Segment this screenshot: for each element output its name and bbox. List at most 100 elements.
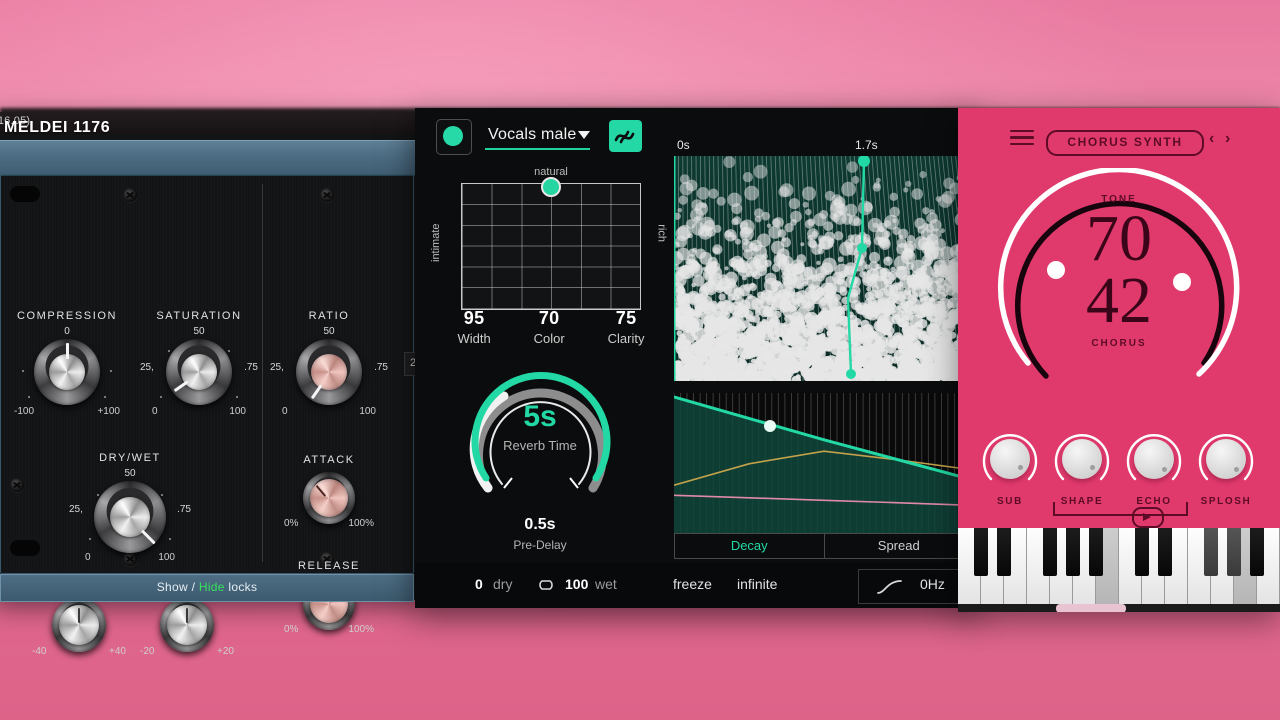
lock-icon-3[interactable]: [10, 478, 24, 492]
piano-black-key[interactable]: [1089, 528, 1103, 576]
compressor-footer[interactable]: Show / Hide locks: [0, 574, 414, 602]
freeze-button[interactable]: freeze: [673, 576, 712, 592]
play-button[interactable]: [1132, 507, 1164, 528]
timeline-end-label: 1.7s: [855, 138, 878, 152]
panel-blob-bl: [10, 540, 40, 556]
value-color[interactable]: 70 Color: [534, 308, 565, 346]
waveform-toggle-button[interactable]: [609, 120, 642, 152]
value-clarity-caption: Clarity: [607, 331, 645, 346]
piano-keyboard[interactable]: [958, 528, 1280, 612]
play-icon: [1143, 513, 1151, 521]
value-clarity-number: 75: [615, 308, 637, 328]
piano-black-key[interactable]: [974, 528, 988, 576]
keyboard-range-bar[interactable]: [1056, 604, 1126, 612]
knob-drywet-left: 25,: [69, 504, 83, 515]
knob-saturation[interactable]: SATURATION 50 25, .75 0 100: [140, 310, 258, 417]
xy-pad[interactable]: [461, 177, 641, 310]
decay-graph[interactable]: [674, 393, 974, 533]
footer-hide-label[interactable]: Hide: [199, 580, 225, 594]
compressor-section-divider: [262, 184, 263, 562]
knob-drywet[interactable]: DRY/WET 50 25, .75 0 100: [69, 452, 191, 563]
lock-icon-2[interactable]: [320, 188, 334, 202]
knob-compression-top: 0: [64, 326, 70, 337]
knob-saturation-label: SATURATION: [156, 310, 242, 322]
tab-decay[interactable]: Decay: [674, 533, 825, 559]
knob-drywet-max: 100: [158, 552, 175, 563]
knob-release-label: RELEASE: [298, 560, 360, 572]
filter-value[interactable]: 0Hz: [920, 576, 945, 592]
chevron-right-icon[interactable]: ›: [1225, 130, 1230, 148]
tone-value[interactable]: 70: [958, 206, 1280, 272]
piano-black-key[interactable]: [1135, 528, 1149, 576]
knob-drywet-top: 50: [124, 468, 136, 479]
dry-value[interactable]: 0: [475, 576, 483, 592]
reverb-bottom-bar: 0 dry 100 wet freeze infinite 0Hz: [415, 563, 975, 608]
value-width-number: 95: [463, 308, 485, 328]
knob-compression[interactable]: COMPRESSION 0 -100 +100: [12, 310, 122, 417]
knob-sub[interactable]: [980, 431, 1040, 491]
chevron-left-icon[interactable]: ‹: [1209, 130, 1214, 148]
knob-attack-max: 100%: [348, 518, 374, 529]
knob-release-min: 0%: [284, 624, 299, 635]
value-clarity[interactable]: 75 Clarity: [608, 308, 645, 346]
xy-label-left: intimate: [430, 223, 442, 262]
knob-saturation-right: .75: [244, 362, 258, 373]
value-width[interactable]: 95 Width: [457, 308, 490, 346]
routing-line: [1053, 514, 1188, 516]
knob-ratio-right: .75: [374, 362, 388, 373]
wet-label: wet: [595, 576, 617, 592]
knob-splosh[interactable]: [1196, 431, 1256, 491]
knob-ratio-max: 100: [359, 406, 376, 417]
xy-label-right: rich: [656, 224, 668, 242]
dry-label: dry: [493, 576, 513, 592]
xy-pad-handle[interactable]: [541, 177, 561, 197]
footer-show-label[interactable]: Show: [157, 580, 188, 594]
reverb-time-dial-area: 5s Reverb Time 0.5s Pre-Delay: [415, 358, 665, 558]
piano-black-key[interactable]: [1204, 528, 1218, 576]
knob-saturation-min: 0: [152, 406, 158, 417]
piano-black-key[interactable]: [1043, 528, 1057, 576]
lock-icon-1[interactable]: [123, 188, 137, 202]
reverb-value-row: 95 Width 70 Color 75 Clarity: [436, 308, 666, 346]
graph-tabs: Decay Spread: [674, 533, 974, 559]
chevron-down-icon[interactable]: [578, 131, 590, 139]
knob-saturation-top: 50: [193, 326, 205, 337]
wet-value[interactable]: 100: [565, 576, 588, 592]
synth-preset-name[interactable]: CHORUS SYNTH: [1046, 130, 1204, 156]
knob-attack[interactable]: ATTACK 0% 100%: [282, 454, 376, 529]
knob-sub-label: SUB: [997, 496, 1023, 507]
routing-line-right: [1186, 502, 1188, 516]
preset-name[interactable]: Vocals male: [488, 126, 576, 144]
preset-color-swatch[interactable]: [436, 119, 472, 155]
hamburger-icon[interactable]: [1010, 130, 1034, 146]
knob-input-min: -40: [32, 646, 47, 657]
knob-drywet-label: DRY/WET: [99, 452, 161, 464]
value-color-number: 70: [538, 308, 560, 328]
infinite-button[interactable]: infinite: [737, 576, 777, 592]
knob-ratio[interactable]: RATIO 50 25, .75 0 100: [270, 310, 388, 417]
chorus-value[interactable]: 42: [958, 268, 1280, 334]
piano-black-key[interactable]: [1158, 528, 1172, 576]
reflection-density-visual[interactable]: [674, 156, 974, 381]
knob-saturation-max: 100: [229, 406, 246, 417]
footer-locks-label: locks: [228, 580, 258, 594]
tab-spread[interactable]: Spread: [824, 533, 974, 559]
preset-underline: [485, 148, 590, 150]
piano-black-key[interactable]: [997, 528, 1011, 576]
knob-ratio-top: 50: [323, 326, 335, 337]
knob-echo[interactable]: [1124, 431, 1184, 491]
knob-echo-label: ECHO: [1136, 496, 1172, 507]
panel-blob-tl: [10, 186, 40, 202]
knob-ratio-min: 0: [282, 406, 288, 417]
knob-shape[interactable]: [1052, 431, 1112, 491]
piano-black-key[interactable]: [1250, 528, 1264, 576]
knob-splosh-label: SPLOSH: [1200, 496, 1252, 507]
predelay-caption: Pre-Delay: [513, 538, 567, 552]
predelay-value[interactable]: 0.5s: [415, 516, 665, 534]
compressor-plugin-window: (16.05) MELDEI 1176 COMPRESSION 0 -100 +…: [0, 112, 422, 657]
knob-input-max: +40: [109, 646, 126, 657]
link-icon[interactable]: [533, 577, 559, 596]
piano-black-key[interactable]: [1227, 528, 1241, 576]
piano-black-key[interactable]: [1066, 528, 1080, 576]
footer-separator: /: [191, 580, 196, 594]
